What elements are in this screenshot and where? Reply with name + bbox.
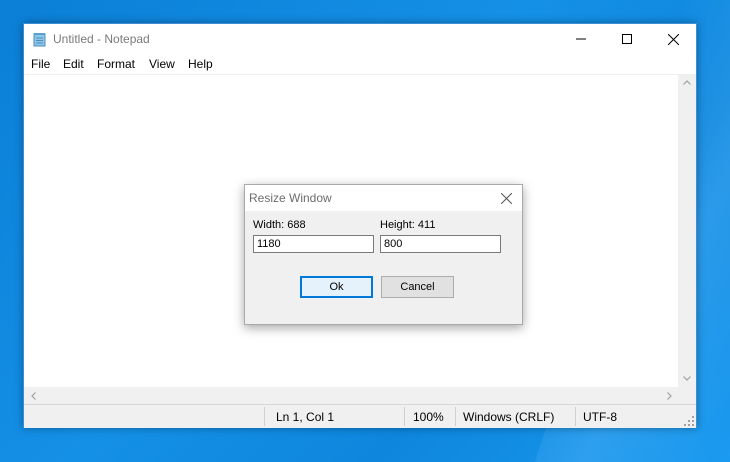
menu-format[interactable]: Format <box>97 57 135 71</box>
status-divider <box>575 407 576 426</box>
dialog-title-bar[interactable]: Resize Window <box>245 185 522 211</box>
cancel-button[interactable]: Cancel <box>381 276 454 298</box>
chevron-left-icon <box>30 391 36 400</box>
height-label: Height: 411 <box>380 219 436 231</box>
horizontal-scrollbar[interactable] <box>24 387 678 404</box>
maximize-button[interactable] <box>604 24 650 54</box>
minimize-button[interactable] <box>558 24 604 54</box>
title-bar[interactable]: Untitled - Notepad <box>24 24 696 54</box>
scrollbar-corner <box>678 387 696 404</box>
resize-grip-icon[interactable] <box>684 416 694 426</box>
status-zoom: 100% <box>413 410 444 424</box>
menu-edit[interactable]: Edit <box>63 57 84 71</box>
width-input[interactable] <box>253 235 374 253</box>
close-icon <box>667 33 679 45</box>
scroll-right-button[interactable] <box>660 387 678 404</box>
scroll-up-button[interactable] <box>678 74 696 91</box>
notepad-icon <box>33 33 46 47</box>
scroll-left-button[interactable] <box>24 387 42 404</box>
height-input[interactable] <box>380 235 501 253</box>
chevron-up-icon <box>683 80 691 85</box>
close-icon <box>500 192 512 204</box>
status-divider <box>264 407 265 426</box>
maximize-icon <box>622 34 632 44</box>
chevron-right-icon <box>666 391 672 400</box>
dialog-close-button[interactable] <box>490 185 522 211</box>
menu-bar: File Edit Format View Help <box>24 54 696 74</box>
minimize-icon <box>576 38 586 40</box>
close-button[interactable] <box>650 24 696 54</box>
status-bar: Ln 1, Col 1 100% Windows (CRLF) UTF-8 <box>24 404 696 428</box>
status-line-endings: Windows (CRLF) <box>463 410 555 424</box>
dialog-title: Resize Window <box>249 191 332 205</box>
status-divider <box>455 407 456 426</box>
ok-button[interactable]: Ok <box>300 276 373 298</box>
width-label: Width: 688 <box>253 219 306 231</box>
resize-window-dialog: Resize Window Width: 688 Height: 411 Ok … <box>244 184 523 325</box>
status-divider <box>404 407 405 426</box>
status-encoding: UTF-8 <box>583 410 617 424</box>
scroll-down-button[interactable] <box>678 370 696 387</box>
status-cursor-position: Ln 1, Col 1 <box>276 410 335 424</box>
chevron-down-icon <box>683 376 691 381</box>
vertical-scrollbar[interactable] <box>678 74 696 387</box>
menu-file[interactable]: File <box>31 57 50 71</box>
menu-help[interactable]: Help <box>188 57 213 71</box>
window-title: Untitled - Notepad <box>53 32 150 46</box>
menu-view[interactable]: View <box>149 57 175 71</box>
